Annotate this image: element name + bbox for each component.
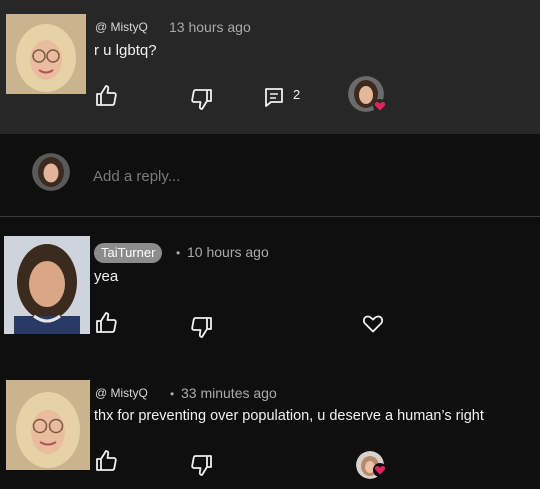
like-button[interactable] [94,311,118,335]
reply-count: 2 [293,87,301,102]
creator-heart-badge [373,99,387,113]
like-icon [96,85,117,106]
like-icon [96,312,117,333]
like-button[interactable] [94,449,118,473]
comment-text: r u lgbtq? [94,42,157,59]
creator-heart-badge [373,463,387,477]
comment-text: yea [94,268,119,285]
separator-dot: • [170,387,175,401]
dislike-button[interactable] [190,87,214,111]
avatar-taiturner[interactable] [4,236,90,334]
like-icon [96,450,117,471]
dislike-button[interactable] [190,315,214,339]
comment-thread: @ MistyQ 13 hours ago r u lgbtq? 2 Add a… [0,0,540,489]
dislike-icon [191,455,212,476]
replies-button[interactable] [262,85,286,109]
dislike-icon [191,89,212,110]
heart-button[interactable] [361,311,385,335]
comment-timestamp: 13 hours ago [169,19,251,35]
comment-author[interactable]: @ MistyQ [95,20,148,34]
reply-input[interactable] [93,165,493,187]
comment-timestamp: 33 minutes ago [181,385,277,401]
separator-dot: • [176,246,181,260]
avatar-mistyq[interactable] [6,14,86,94]
reply-icon [265,88,283,107]
dislike-icon [191,317,212,338]
dislike-button[interactable] [190,453,214,477]
comment-text: thx for preventing over population, u de… [94,408,484,424]
comment-author[interactable]: @ MistyQ [95,386,148,400]
avatar-mistyq[interactable] [6,380,90,470]
like-button[interactable] [94,84,118,108]
heart-icon [362,315,384,333]
comment-author-pill[interactable]: TaiTurner [94,243,163,263]
comment-timestamp: 10 hours ago [187,244,269,260]
current-user-avatar [32,153,70,191]
divider [0,216,540,217]
